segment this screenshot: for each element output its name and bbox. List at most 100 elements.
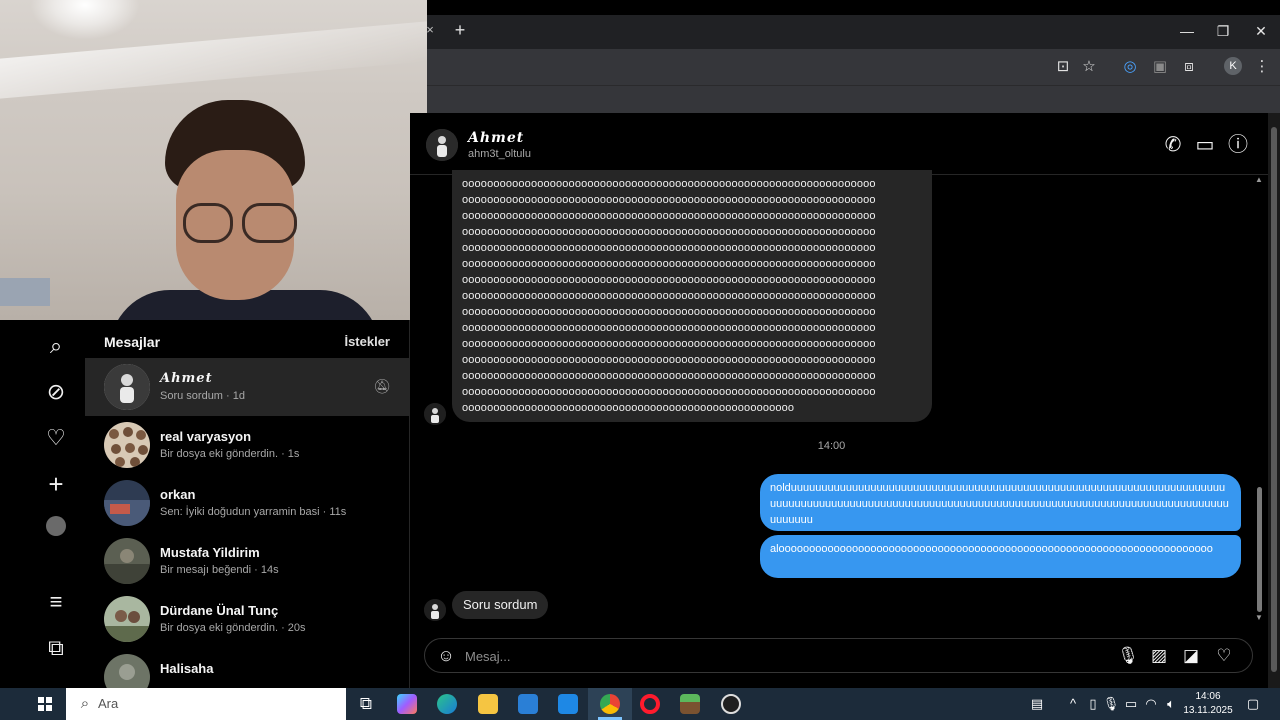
- edge-browser-icon[interactable]: [437, 694, 457, 714]
- image-icon[interactable]: ▨: [1148, 645, 1170, 667]
- bookmark-star-icon[interactable]: ☆: [1079, 57, 1099, 77]
- task-view-icon[interactable]: ⧉: [353, 692, 379, 716]
- file-explorer-icon[interactable]: [478, 694, 498, 714]
- contact-avatar[interactable]: [426, 129, 458, 161]
- device-icon[interactable]: ▯: [1084, 695, 1102, 713]
- microphone-tray-icon[interactable]: 🎙︎: [1102, 695, 1120, 713]
- profile-avatar[interactable]: K: [1224, 57, 1242, 75]
- system-clock[interactable]: 14:06 13.11.2025: [1180, 690, 1236, 718]
- messages-panel: Mesajlar İstekler Ahmet Soru sordum · 1d…: [85, 320, 410, 688]
- conversation-name: Halisaha: [160, 661, 214, 676]
- sender-avatar[interactable]: [424, 403, 446, 425]
- avatar-figure-icon: [424, 403, 446, 425]
- search-icon[interactable]: ⌕: [42, 332, 70, 360]
- message-line: oooooooooooooooooooooooooooooooooooooooo…: [462, 386, 876, 398]
- avatar-figure-icon: [426, 129, 458, 161]
- outgoing-message[interactable]: aloooooooooooooooooooooooooooooooooooooo…: [760, 535, 1241, 578]
- page-scrollbar[interactable]: [1268, 113, 1280, 688]
- requests-link[interactable]: İstekler: [344, 334, 390, 349]
- conversation-name: orkan: [160, 487, 196, 502]
- outgoing-message[interactable]: nolduuuuuuuuuuuuuuuuuuuuuuuuuuuuuuuuuuuu…: [760, 474, 1241, 531]
- restore-button[interactable]: ❐: [1211, 20, 1235, 42]
- scroll-up-icon[interactable]: ▲: [1254, 175, 1264, 185]
- chat-panel: Ahmet ahm3t_oltulu ✆ ▭ ⓘ ooooooooooooooo…: [410, 113, 1268, 688]
- contact-name[interactable]: Ahmet: [468, 130, 524, 146]
- notifications-icon[interactable]: ▢: [1244, 695, 1262, 713]
- chat-header: Ahmet ahm3t_oltulu ✆ ▭ ⓘ: [410, 113, 1268, 175]
- outlook-icon[interactable]: [558, 694, 578, 714]
- apps-icon[interactable]: ⧉: [42, 634, 70, 662]
- profile-avatar[interactable]: [46, 516, 66, 536]
- message-input[interactable]: [465, 646, 1065, 666]
- opera-browser-icon[interactable]: [640, 694, 660, 714]
- sticker-icon[interactable]: ◪: [1180, 645, 1202, 667]
- more-menu-icon[interactable]: ⋮: [1252, 57, 1272, 77]
- avatar: [104, 538, 150, 584]
- like-heart-icon[interactable]: ♡: [1213, 645, 1235, 667]
- conversation-item[interactable]: Halisaha: [85, 648, 409, 688]
- clock-time: 14:06: [1195, 691, 1221, 702]
- avatar-pattern-icon: [104, 422, 150, 468]
- conversation-name: Dürdane Ünal Tunç: [160, 603, 279, 618]
- conversation-item[interactable]: orkan Sen: İyiki doğudun yarramin basi ·…: [85, 474, 409, 532]
- conversation-name: Mustafa Yildirim: [160, 545, 260, 560]
- screen: × + — ❐ ✕ ⊡ ☆ ◎ ▣ ⧈ K ⋮ ⌕ ⊘ ♡ + ≡ ⧉ Mesa…: [0, 0, 1280, 720]
- message-line: oooooooooooooooooooooooooooooooooooooooo…: [462, 194, 876, 206]
- chat-scrollbar[interactable]: ▲ ▼: [1254, 175, 1264, 625]
- conversation-item[interactable]: real varyasyon Bir dosya eki gönderdin. …: [85, 416, 409, 474]
- conversation-name: real varyasyon: [160, 429, 252, 444]
- message-line: oooooooooooooooooooooooooooooooooooooooo…: [462, 290, 876, 302]
- menu-icon[interactable]: ≡: [42, 588, 70, 616]
- contact-username: ahm3t_oltulu: [468, 148, 531, 160]
- clock-date: 13.11.2025: [1183, 705, 1233, 716]
- message-line: oooooooooooooooooooooooooooooooooooooooo…: [462, 242, 876, 254]
- page-scroll-thumb[interactable]: [1271, 127, 1277, 672]
- nav-rail: ⌕ ⊘ ♡ + ≡ ⧉: [0, 320, 85, 688]
- info-icon[interactable]: ⓘ: [1225, 132, 1251, 158]
- extension-shield-icon[interactable]: ◎: [1120, 57, 1140, 77]
- microphone-icon[interactable]: 🎙︎: [1117, 645, 1139, 667]
- avatar-figure-icon: [424, 599, 446, 621]
- extensions-puzzle-icon[interactable]: ⧈: [1179, 57, 1199, 77]
- avatar: [104, 364, 150, 410]
- incoming-message-long[interactable]: oooooooooooooooooooooooooooooooooooooooo…: [452, 170, 932, 422]
- widgets-icon[interactable]: ▤: [1028, 695, 1046, 713]
- background-shelf: [0, 278, 50, 306]
- volume-icon[interactable]: 🔈︎: [1162, 695, 1180, 713]
- video-call-icon[interactable]: ▭: [1192, 132, 1218, 158]
- chrome-browser-icon[interactable]: [600, 694, 620, 714]
- close-window-button[interactable]: ✕: [1249, 20, 1273, 42]
- message-line: oooooooooooooooooooooooooooooooooooooooo…: [462, 210, 876, 222]
- new-tab-button[interactable]: +: [451, 21, 469, 39]
- heart-icon[interactable]: ♡: [42, 424, 70, 452]
- emoji-icon[interactable]: ☺: [435, 645, 457, 667]
- messages-title: Mesajlar: [104, 334, 161, 350]
- taskbar-search[interactable]: ⌕ Ara: [66, 688, 346, 720]
- messages-header: Mesajlar İstekler: [85, 334, 409, 354]
- copilot-icon[interactable]: [397, 694, 417, 714]
- conversation-preview: Bir dosya eki gönderdin. · 1s: [160, 448, 300, 460]
- explore-icon[interactable]: ⊘: [42, 378, 70, 406]
- incoming-message[interactable]: Soru sordum: [452, 591, 549, 619]
- phone-call-icon[interactable]: ✆: [1160, 132, 1186, 158]
- chat-scroll-thumb[interactable]: [1257, 487, 1262, 612]
- plus-icon[interactable]: +: [42, 470, 70, 498]
- extension-camera-icon[interactable]: ▣: [1150, 57, 1170, 77]
- message-line: oooooooooooooooooooooooooooooooooooooooo…: [462, 402, 795, 414]
- minecraft-icon[interactable]: [680, 694, 700, 714]
- ceiling-light: [30, 0, 140, 40]
- conversation-item[interactable]: Dürdane Ünal Tunç Bir dosya eki gönderdi…: [85, 590, 409, 648]
- minimize-button[interactable]: —: [1175, 20, 1199, 42]
- conversation-item[interactable]: Mustafa Yildirim Bir mesajı beğendi · 14…: [85, 532, 409, 590]
- wifi-icon[interactable]: ◠: [1142, 695, 1160, 713]
- install-app-icon[interactable]: ⊡: [1053, 57, 1073, 77]
- conversation-item[interactable]: Ahmet Soru sordum · 1d 🔕︎: [85, 358, 409, 416]
- show-hidden-icons-icon[interactable]: ^: [1064, 695, 1082, 713]
- microsoft-store-icon[interactable]: [518, 694, 538, 714]
- recorder-app-icon[interactable]: [721, 694, 741, 714]
- taskbar: ⌕ Ara ⧉ ▤ ^ ▯ 🎙︎ ▭ ◠ 🔈︎ 14:06 13.11.2025…: [0, 688, 1280, 720]
- battery-icon[interactable]: ▭: [1122, 695, 1140, 713]
- start-button[interactable]: [38, 697, 52, 711]
- scroll-down-icon[interactable]: ▼: [1254, 613, 1264, 623]
- sender-avatar[interactable]: [424, 599, 446, 621]
